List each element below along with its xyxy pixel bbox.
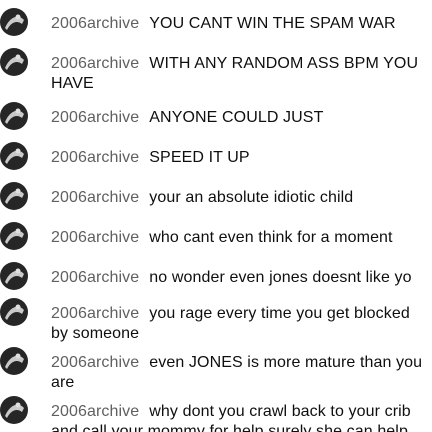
message-body: 2006archive why dont you crawl back to yo… xyxy=(51,402,424,432)
message-body: 2006archive your an absolute idiotic chil… xyxy=(51,188,424,208)
message-text: who cant even think for a moment xyxy=(149,229,393,246)
message-body: 2006archive WITH ANY RANDOM ASS BPM YOU H… xyxy=(51,54,424,94)
message-author[interactable]: 2006archive xyxy=(51,354,139,371)
message-text: SPEED IT UP xyxy=(149,149,250,166)
user-avatar-icon[interactable] xyxy=(0,102,28,130)
message-author[interactable]: 2006archive xyxy=(51,269,139,286)
user-avatar-icon[interactable] xyxy=(0,298,28,326)
message-author[interactable]: 2006archive xyxy=(51,149,139,166)
message-author[interactable]: 2006archive xyxy=(51,229,139,246)
message-author[interactable]: 2006archive xyxy=(51,403,139,420)
message-body: 2006archive even JONES is more mature tha… xyxy=(51,353,424,393)
message-body: 2006archive SPEED IT UP xyxy=(51,148,424,168)
message-text: your an absolute idiotic child xyxy=(149,189,354,206)
user-avatar-icon[interactable] xyxy=(0,182,28,210)
message-text: no wonder even jones doesnt like yo xyxy=(149,269,412,286)
user-avatar-icon[interactable] xyxy=(0,8,28,36)
user-avatar-icon[interactable] xyxy=(0,142,28,170)
chat-message-list: 2006archive YOU CANT WIN THE SPAM WAR 200… xyxy=(0,0,432,432)
message-body: 2006archive who cant even think for a mom… xyxy=(51,228,424,248)
user-avatar-icon[interactable] xyxy=(0,48,28,76)
user-avatar-icon[interactable] xyxy=(0,222,28,250)
user-avatar-icon[interactable] xyxy=(0,262,28,290)
message-body: 2006archive you rage every time you get b… xyxy=(51,304,424,344)
message-author[interactable]: 2006archive xyxy=(51,189,139,206)
message-body: 2006archive ANYONE COULD JUST xyxy=(51,108,424,128)
message-text: ANYONE COULD JUST xyxy=(149,109,324,126)
message-body: 2006archive no wonder even jones doesnt l… xyxy=(51,268,424,288)
user-avatar-icon[interactable] xyxy=(0,347,28,375)
message-author[interactable]: 2006archive xyxy=(51,55,139,72)
user-avatar-icon[interactable] xyxy=(0,396,28,424)
message-text: YOU CANT WIN THE SPAM WAR xyxy=(149,15,396,32)
message-body: 2006archive YOU CANT WIN THE SPAM WAR xyxy=(51,14,424,34)
message-author[interactable]: 2006archive xyxy=(51,305,139,322)
message-author[interactable]: 2006archive xyxy=(51,109,139,126)
message-author[interactable]: 2006archive xyxy=(51,15,139,32)
